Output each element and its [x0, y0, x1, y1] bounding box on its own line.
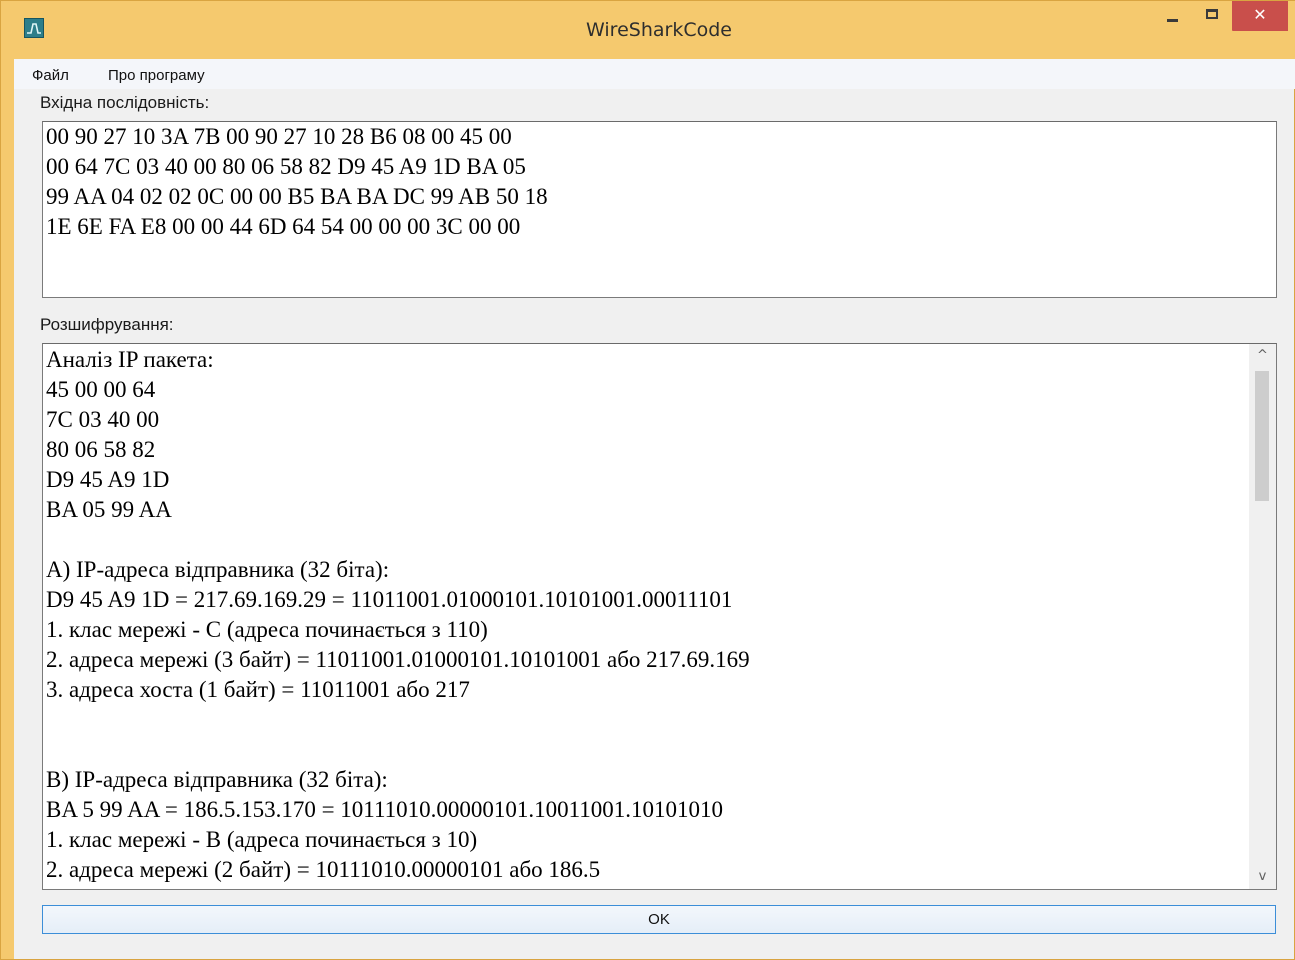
- app-window: WireSharkCode ✕ Файл Про програму Вхідна…: [0, 0, 1295, 960]
- input-line: 99 AA 04 02 02 0C 00 00 B5 BA BA DC 99 A…: [46, 184, 548, 209]
- output-line: D9 45 A9 1D: [46, 467, 170, 492]
- maximize-button[interactable]: [1194, 1, 1232, 31]
- decoded-output-textarea[interactable]: Аналіз IP пакета: 45 00 00 64 7C 03 40 0…: [42, 343, 1277, 890]
- output-line: BA 5 99 AA = 186.5.153.170 = 10111010.00…: [46, 797, 723, 822]
- output-line: 1. клас мережі - B (адреса починається з…: [46, 827, 478, 852]
- output-line: 2. адреса мережі (2 байт) = 10111010.000…: [46, 857, 601, 882]
- menu-file[interactable]: Файл: [32, 65, 69, 86]
- output-line: D9 45 A9 1D = 217.69.169.29 = 11011001.0…: [46, 587, 733, 612]
- close-icon: ✕: [1253, 5, 1267, 24]
- client-area: Файл Про програму Вхідна послідовність: …: [14, 59, 1295, 959]
- ok-button[interactable]: OK: [42, 905, 1276, 934]
- output-line: B) IP-адреса відправника (32 біта):: [46, 767, 388, 792]
- menu-about[interactable]: Про програму: [108, 65, 205, 86]
- window-title: WireSharkCode: [586, 19, 732, 41]
- minimize-button[interactable]: [1154, 1, 1192, 31]
- vertical-scrollbar[interactable]: ^ v: [1249, 344, 1276, 889]
- output-line: Аналіз IP пакета:: [46, 347, 214, 372]
- minimize-icon: [1167, 19, 1178, 22]
- output-line: 7C 03 40 00: [46, 407, 160, 432]
- scroll-up-arrow-icon[interactable]: ^: [1249, 344, 1276, 368]
- output-line: 80 06 58 82: [46, 437, 156, 462]
- menu-bar: Файл Про програму: [14, 59, 1295, 89]
- output-line: A) IP-адреса відправника (32 біта):: [46, 557, 390, 582]
- scroll-thumb[interactable]: [1255, 371, 1269, 501]
- output-content: Аналіз IP пакета: 45 00 00 64 7C 03 40 0…: [43, 345, 750, 885]
- output-label: Розшифрування:: [40, 315, 174, 334]
- input-sequence-textarea[interactable]: 00 90 27 10 3A 7B 00 90 27 10 28 B6 08 0…: [42, 121, 1277, 298]
- input-line: 00 90 27 10 3A 7B 00 90 27 10 28 B6 08 0…: [46, 124, 512, 149]
- maximize-icon: [1206, 9, 1218, 19]
- output-line: 2. адреса мережі (3 байт) = 11011001.010…: [46, 647, 750, 672]
- output-line: 1. клас мережі - C (адреса починається з…: [46, 617, 488, 642]
- input-label: Вхідна послідовність:: [40, 93, 210, 112]
- input-line: 1E 6E FA E8 00 00 44 6D 64 54 00 00 00 3…: [46, 214, 521, 239]
- input-line: 00 64 7C 03 40 00 80 06 58 82 D9 45 A9 1…: [46, 154, 526, 179]
- output-line: 3. адреса хоста (1 байт) = 11011001 або …: [46, 677, 470, 702]
- title-bar[interactable]: WireSharkCode ✕: [1, 1, 1295, 59]
- output-line: BA 05 99 AA: [46, 497, 172, 522]
- output-line: 45 00 00 64: [46, 377, 156, 402]
- close-button[interactable]: ✕: [1232, 1, 1288, 31]
- scroll-down-arrow-icon[interactable]: v: [1249, 865, 1276, 889]
